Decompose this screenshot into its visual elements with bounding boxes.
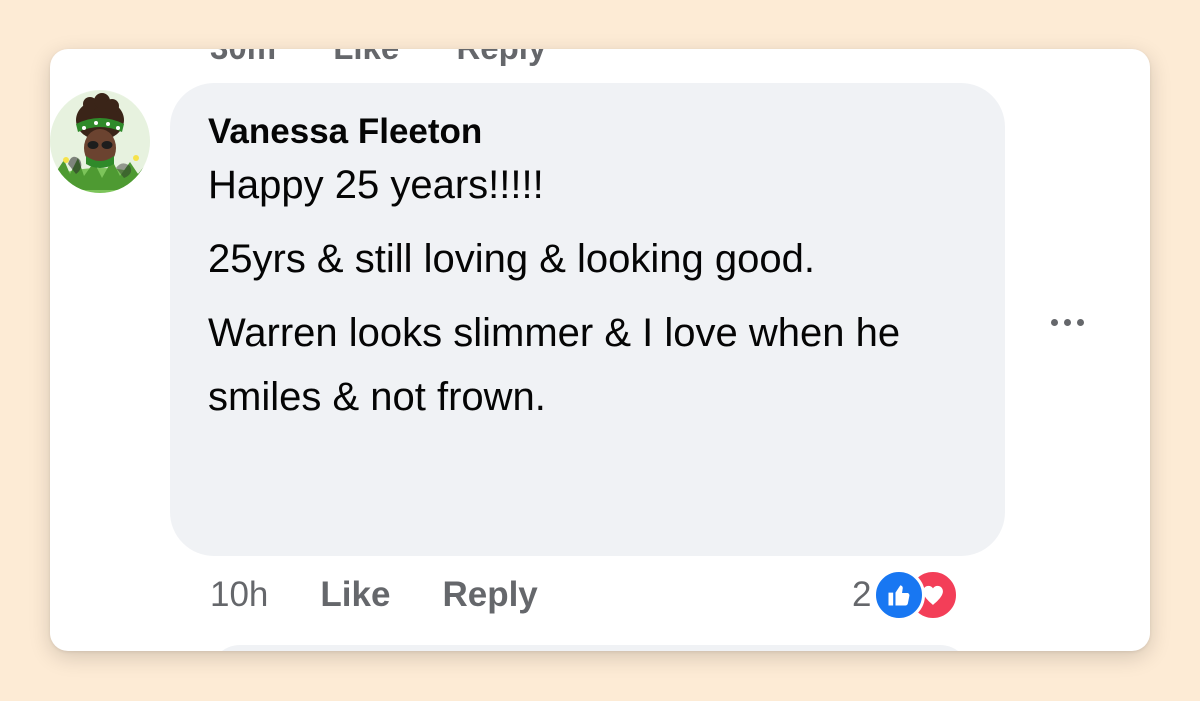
next-comment-bubble [210, 645, 970, 651]
comment-timestamp[interactable]: 10h [210, 575, 268, 615]
reactions-summary[interactable]: 2 [852, 567, 960, 623]
comment-author[interactable]: Vanessa Fleeton [208, 111, 967, 153]
comment-bubble: Vanessa Fleeton Happy 25 years!!!!! 25yr… [170, 83, 1005, 556]
comment-paragraph: Warren looks slimmer & I love when he sm… [208, 311, 901, 419]
more-options-button[interactable] [1036, 297, 1098, 347]
previous-comment-reply-button[interactable]: Reply [456, 49, 546, 67]
reply-button[interactable]: Reply [442, 575, 537, 615]
comment-paragraph: 25yrs & still loving & looking good. [208, 237, 815, 281]
comment-paragraph: Happy 25 years!!!!! [208, 163, 544, 207]
like-button[interactable]: Like [320, 575, 390, 615]
previous-comment-like-button[interactable]: Like [333, 49, 399, 67]
avatar-image [50, 91, 150, 193]
previous-comment-actions: 30m Like Reply [210, 49, 594, 67]
more-options-icon [1076, 318, 1084, 326]
comment-card: 30m Like Reply Vanessa F [50, 49, 1150, 651]
comment-body: Happy 25 years!!!!! 25yrs & still loving… [208, 153, 967, 429]
more-options-icon [1050, 318, 1058, 326]
comment-actions: 10h Like Reply [210, 570, 590, 620]
more-options-icon [1063, 318, 1071, 326]
avatar[interactable] [50, 90, 150, 193]
reaction-count: 2 [852, 575, 872, 614]
previous-comment-time: 30m [210, 49, 276, 67]
